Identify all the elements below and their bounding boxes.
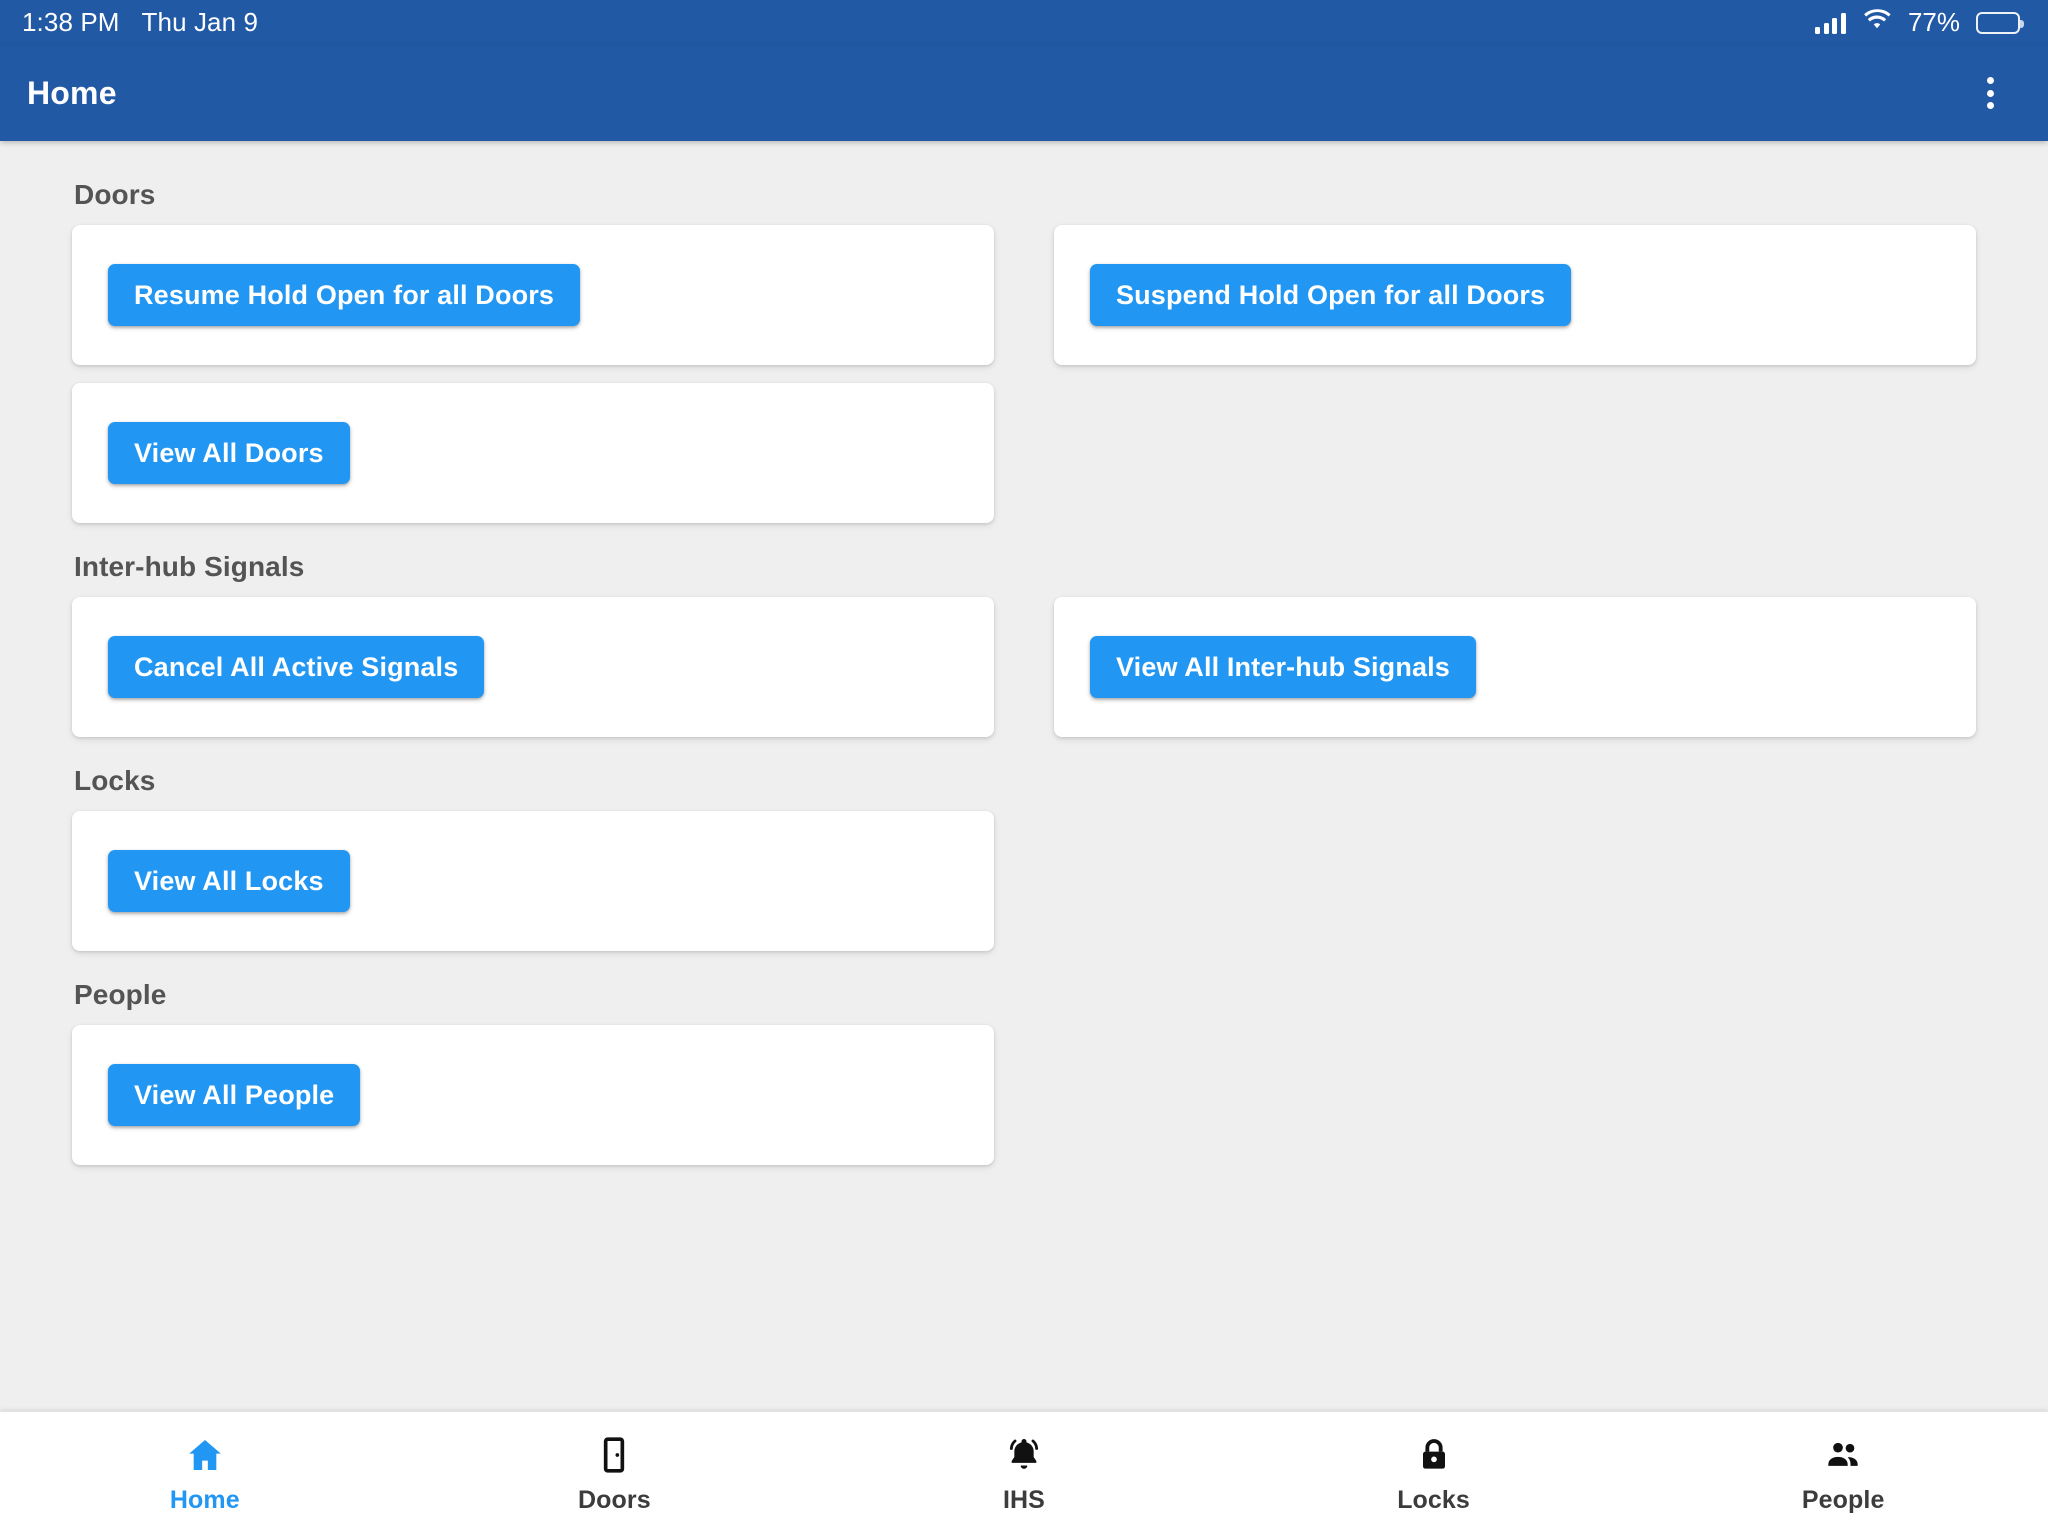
button-view-all-locks[interactable]: View All Locks (108, 850, 350, 912)
button-cancel-all-active-signals[interactable]: Cancel All Active Signals (108, 636, 485, 698)
action-card: Resume Hold Open for all Doors (72, 225, 994, 365)
action-card: View All Doors (72, 383, 994, 523)
action-card: Suspend Hold Open for all Doors (1054, 225, 1976, 365)
battery-icon (1976, 11, 2024, 34)
section-grid: Resume Hold Open for all Doors Suspend Ho… (72, 225, 1976, 523)
action-card: View All Locks (72, 811, 994, 951)
nav-item-home[interactable]: Home (0, 1412, 410, 1536)
main-content: Doors Resume Hold Open for all Doors Suspe… (0, 141, 2048, 1411)
button-view-all-people[interactable]: View All People (108, 1064, 361, 1126)
button-resume-hold-open-for-all-doors[interactable]: Resume Hold Open for all Doors (108, 264, 581, 326)
nav-item-doors[interactable]: Doors (410, 1412, 820, 1536)
bottom-navigation: Home Doors IHS Locks People (0, 1411, 2048, 1536)
nav-item-people[interactable]: People (1638, 1412, 2048, 1536)
section-grid: View All People (72, 1025, 1976, 1165)
battery-percent: 77% (1907, 7, 1960, 37)
app-bar: Home (0, 45, 2048, 141)
status-bar: 1:38 PM Thu Jan 9 77% (0, 0, 2048, 45)
status-bar-right: 77% (1815, 7, 2024, 38)
door-icon (593, 1434, 635, 1476)
button-view-all-inter-hub-signals[interactable]: View All Inter-hub Signals (1090, 636, 1476, 698)
button-view-all-doors[interactable]: View All Doors (108, 422, 350, 484)
wifi-icon (1862, 8, 1892, 37)
nav-label: Doors (578, 1485, 651, 1514)
nav-label: People (1801, 1485, 1885, 1514)
nav-item-locks[interactable]: Locks (1229, 1412, 1639, 1536)
lock-icon (1413, 1434, 1455, 1476)
more-vertical-icon[interactable] (1960, 63, 2020, 123)
section-grid: View All Locks (72, 811, 1976, 951)
action-card: View All People (72, 1025, 994, 1165)
bell-ringing-icon (1003, 1434, 1045, 1476)
section-title-people: People (74, 979, 167, 1010)
nav-label: IHS (1002, 1485, 1045, 1514)
section-grid: Cancel All Active Signals View All Inter-… (72, 597, 1976, 737)
cellular-signal-icon (1815, 12, 1846, 34)
card-placeholder (1054, 811, 1976, 951)
status-time: 1:38 PM (22, 7, 120, 37)
home-icon (184, 1434, 226, 1476)
section-title-doors: Doors (74, 179, 156, 210)
section-title-inter-hub-signals: Inter-hub Signals (74, 551, 305, 582)
card-placeholder (1054, 383, 1976, 523)
nav-label: Locks (1397, 1485, 1470, 1514)
action-card: View All Inter-hub Signals (1054, 597, 1976, 737)
nav-label: Home (169, 1485, 240, 1514)
app-root: 1:38 PM Thu Jan 9 77% Home Doors Resume H… (0, 0, 2048, 1536)
button-suspend-hold-open-for-all-doors[interactable]: Suspend Hold Open for all Doors (1090, 264, 1572, 326)
action-card: Cancel All Active Signals (72, 597, 994, 737)
section-title-locks: Locks (74, 765, 156, 796)
card-placeholder (1054, 1025, 1976, 1165)
people-icon (1822, 1434, 1864, 1476)
page-title: Home (27, 74, 117, 111)
nav-item-ihs[interactable]: IHS (819, 1412, 1229, 1536)
status-bar-left: 1:38 PM Thu Jan 9 (22, 7, 258, 38)
status-date: Thu Jan 9 (141, 7, 259, 37)
